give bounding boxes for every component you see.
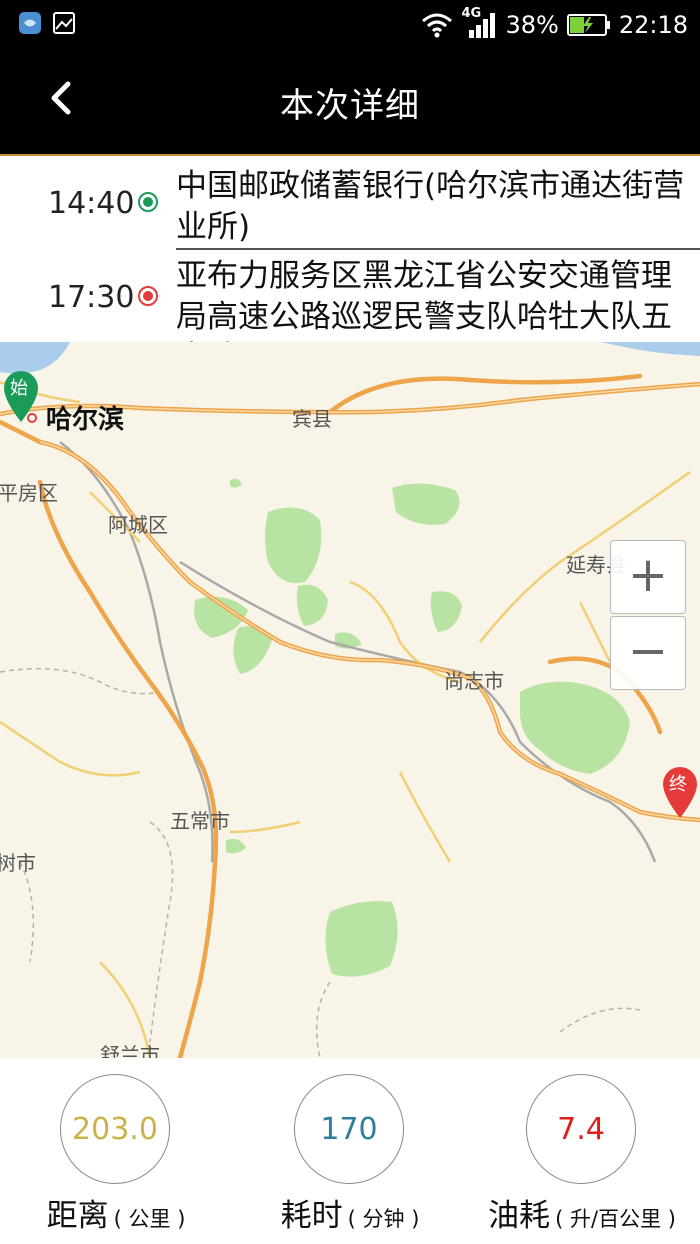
green-areas	[194, 478, 630, 977]
duration-label-row: 耗时 ( 分钟 )	[240, 1190, 460, 1235]
start-location: 中国邮政储蓄银行(哈尔滨市通达街营业所)	[176, 168, 685, 245]
page-title: 本次详细	[280, 86, 420, 126]
end-time: 17:30	[48, 280, 135, 315]
distance-stat: 203.0 距离 ( 公里 )	[6, 1074, 226, 1234]
end-marker-icon[interactable]: 终	[663, 767, 697, 818]
distance-label: 距离	[46, 1198, 109, 1234]
place-label: 阿城区	[108, 513, 168, 537]
fuel-value: 7.4	[526, 1074, 636, 1184]
distance-label-row: 距离 ( 公里 )	[6, 1190, 226, 1235]
place-label: 宾县	[292, 407, 332, 431]
place-label: 尚志市	[444, 669, 504, 693]
wifi-icon	[422, 13, 453, 38]
battery-charging-icon	[566, 14, 610, 36]
duration-stat: 170 耗时 ( 分钟 )	[240, 1074, 460, 1234]
place-label: 树市	[0, 851, 36, 875]
city-dot	[27, 413, 37, 423]
svg-text:终: 终	[669, 774, 687, 795]
start-time: 14:40	[48, 186, 135, 221]
trip-stats: 203.0 距离 ( 公里 ) 170 耗时 ( 分钟 ) 7.4 油耗 ( 升…	[0, 1058, 700, 1244]
title-bar: 本次详细	[0, 50, 700, 154]
place-label: 平房区	[0, 481, 58, 505]
fuel-label-row: 油耗 ( 升/百公里 )	[472, 1190, 692, 1235]
duration-value: 170	[294, 1074, 404, 1184]
route-stops: 14:40 中国邮政储蓄银行(哈尔滨市通达街营业所) 17:30 亚布力服务区黑…	[0, 156, 700, 342]
river-water	[600, 342, 700, 356]
duration-unit: ( 分钟 )	[347, 1207, 420, 1231]
place-label: 哈尔滨	[46, 404, 124, 435]
distance-unit: ( 公里 )	[113, 1207, 186, 1231]
image-notification-icon	[53, 12, 75, 34]
fuel-label: 油耗	[488, 1198, 551, 1234]
app-notification-icon	[19, 12, 41, 34]
end-location: 亚布力服务区黑龙江省公安交通管理局高速公路巡逻民警支队哈牡大队五中队	[176, 258, 672, 342]
map-canvas[interactable]: 哈尔滨 宾县 平房区 阿城区 延寿县 尚志市 五常市 树市 舒兰市 始 终	[0, 342, 700, 1058]
zoom-in-button[interactable]: +	[610, 540, 686, 614]
duration-label: 耗时	[280, 1198, 343, 1234]
route-map[interactable]: 哈尔滨 宾县 平房区 阿城区 延寿县 尚志市 五常市 树市 舒兰市 始 终 + …	[0, 342, 700, 1058]
fuel-unit: ( 升/百公里 )	[555, 1207, 676, 1231]
place-label: 五常市	[170, 809, 230, 833]
status-bar: 4G 38% 22:18	[0, 0, 700, 50]
place-label: 舒兰市	[100, 1043, 160, 1058]
start-dot-icon	[138, 192, 158, 212]
zoom-out-button[interactable]: −	[610, 616, 686, 690]
fuel-stat: 7.4 油耗 ( 升/百公里 )	[472, 1074, 692, 1234]
clock: 22:18	[618, 11, 688, 39]
cell-signal-icon: 4G	[461, 6, 497, 40]
svg-text:始: 始	[10, 378, 28, 399]
railways	[59, 441, 657, 863]
battery-percent: 38%	[505, 11, 559, 39]
distance-value: 203.0	[60, 1074, 170, 1184]
river-water	[0, 342, 70, 374]
stop-divider	[176, 248, 700, 250]
end-dot-icon	[138, 286, 158, 306]
